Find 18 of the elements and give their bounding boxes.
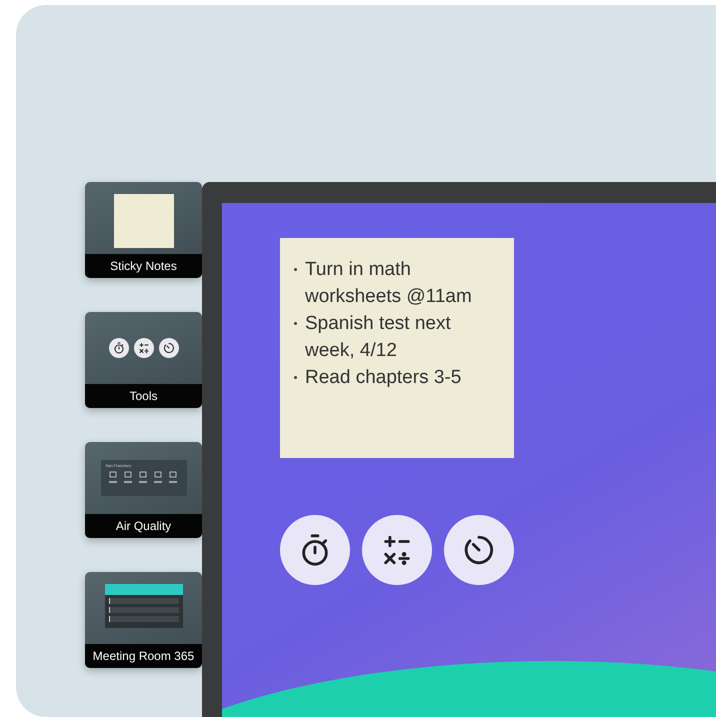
widget-label: Tools: [85, 384, 202, 408]
widget-label: Air Quality: [85, 514, 202, 538]
bullet-icon: [294, 376, 297, 379]
timer-icon: [162, 342, 174, 354]
timer-icon: [462, 533, 496, 567]
note-item: Read chapters 3-5: [305, 366, 462, 390]
widget-tile[interactable]: Meeting Room 365: [85, 572, 202, 668]
widget-tile[interactable]: Sticky Notes: [85, 182, 202, 278]
bullet-icon: [294, 268, 297, 271]
widget-label: Meeting Room 365: [85, 644, 202, 668]
note-item: Spanish test next week, 4/12: [305, 312, 452, 363]
calculator-icon: [138, 342, 150, 354]
bullet-icon: [294, 322, 297, 325]
widget-tile[interactable]: Tools: [85, 312, 202, 408]
note-item: Turn in math worksheets @11am: [305, 258, 473, 309]
widget-label: Sticky Notes: [85, 254, 202, 278]
stopwatch-icon: [112, 342, 124, 354]
sticky-note-preview: [114, 194, 174, 248]
